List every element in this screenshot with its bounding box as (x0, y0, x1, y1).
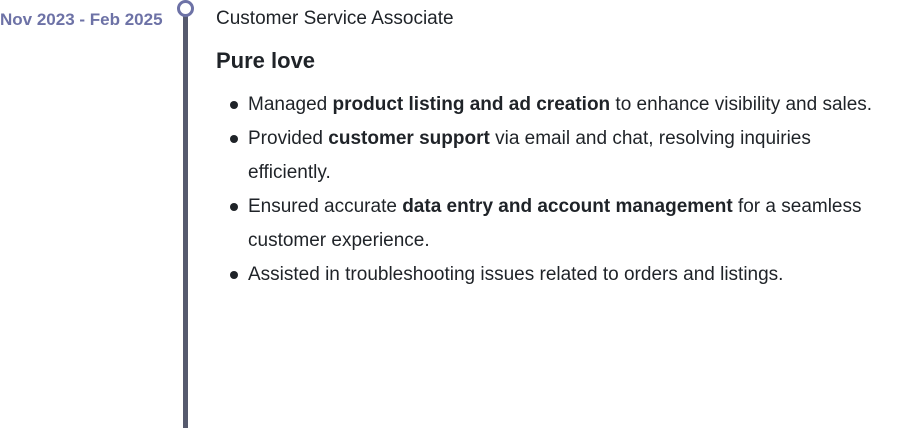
bullet-text: Ensured accurate (248, 196, 403, 217)
list-item: Provided customer support via email and … (230, 122, 890, 190)
list-item: Ensured accurate data entry and account … (230, 190, 890, 258)
job-title: Customer Service Associate (216, 8, 454, 29)
responsibilities-list: Managed product listing and ad creation … (230, 88, 890, 292)
bullet-text: to enhance visibility and sales. (610, 94, 873, 115)
bullet-highlight: product listing and ad creation (332, 94, 611, 115)
timeline-line (183, 13, 188, 428)
bullet-text: Managed (248, 94, 333, 115)
company-name: Pure love (216, 48, 316, 73)
bullet-text: Assisted in troubleshooting issues relat… (248, 264, 784, 285)
timeline-dot-icon (177, 0, 194, 17)
date-range: Nov 2023 - Feb 2025 (0, 10, 163, 29)
bullet-text: Provided (248, 128, 329, 149)
bullet-highlight: customer support (328, 128, 490, 149)
list-item: Managed product listing and ad creation … (230, 88, 890, 122)
bullet-highlight: data entry and account management (402, 196, 733, 217)
list-item: Assisted in troubleshooting issues relat… (230, 258, 890, 292)
